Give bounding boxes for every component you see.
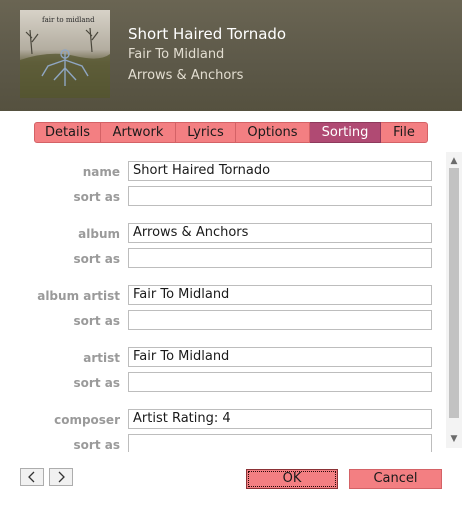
album-artist-sort-label: sort as bbox=[73, 314, 120, 328]
artist-sort-label: sort as bbox=[73, 376, 120, 390]
album-artist-sort-field[interactable] bbox=[128, 310, 432, 330]
name-sort-label: sort as bbox=[73, 190, 120, 204]
scroll-up-icon[interactable]: ▲ bbox=[446, 154, 462, 168]
chevron-left-icon bbox=[28, 471, 35, 483]
tab-file[interactable]: File bbox=[381, 122, 428, 143]
album-sort-label: sort as bbox=[73, 252, 120, 266]
previous-song-button[interactable] bbox=[20, 468, 44, 486]
scroll-down-icon[interactable]: ▼ bbox=[446, 432, 462, 446]
song-album: Arrows & Anchors bbox=[128, 68, 244, 83]
form-scrollbar[interactable]: ▲ ▼ bbox=[446, 152, 462, 448]
chevron-right-icon bbox=[58, 471, 65, 483]
tab-bar: Details Artwork Lyrics Options Sorting F… bbox=[34, 122, 428, 143]
composer-sort-field[interactable] bbox=[128, 434, 432, 452]
album-artist-label: album artist bbox=[37, 289, 120, 303]
artist-label: artist bbox=[83, 351, 120, 365]
get-info-dialog: fair to midland Short Haired Tornado Fai… bbox=[0, 0, 462, 513]
name-label: name bbox=[82, 165, 120, 179]
artist-sort-field[interactable] bbox=[128, 372, 432, 392]
album-label: album bbox=[78, 227, 120, 241]
album-artist-field[interactable]: Fair To Midland bbox=[128, 285, 432, 305]
tab-artwork[interactable]: Artwork bbox=[101, 122, 176, 143]
album-artwork: fair to midland bbox=[20, 10, 110, 98]
album-sort-field[interactable] bbox=[128, 248, 432, 268]
scroll-thumb[interactable] bbox=[449, 168, 459, 418]
tab-options[interactable]: Options bbox=[236, 122, 310, 143]
tab-sorting[interactable]: Sorting bbox=[310, 122, 381, 143]
ok-button[interactable]: OK bbox=[246, 469, 338, 489]
artist-field[interactable]: Fair To Midland bbox=[128, 347, 432, 367]
song-artist: Fair To Midland bbox=[128, 47, 225, 62]
song-title: Short Haired Tornado bbox=[128, 25, 287, 43]
sorting-form: name Short Haired Tornado sort as album … bbox=[20, 152, 446, 452]
tab-details[interactable]: Details bbox=[34, 122, 101, 143]
composer-field[interactable]: Artist Rating: 4 bbox=[128, 409, 432, 429]
artwork-band-text: fair to midland bbox=[42, 16, 95, 24]
album-field[interactable]: Arrows & Anchors bbox=[128, 223, 432, 243]
tab-lyrics[interactable]: Lyrics bbox=[176, 122, 236, 143]
name-field[interactable]: Short Haired Tornado bbox=[128, 161, 432, 181]
name-sort-field[interactable] bbox=[128, 186, 432, 206]
next-song-button[interactable] bbox=[49, 468, 73, 486]
composer-label: composer bbox=[54, 413, 120, 427]
cancel-button[interactable]: Cancel bbox=[349, 469, 442, 489]
composer-sort-label: sort as bbox=[73, 438, 120, 452]
song-header: fair to midland Short Haired Tornado Fai… bbox=[0, 0, 462, 111]
